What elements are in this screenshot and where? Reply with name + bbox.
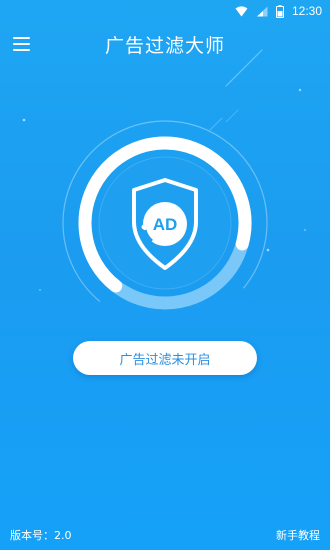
battery-icon	[275, 4, 284, 18]
app-title: 广告过滤大师	[104, 35, 225, 57]
ad-badge-text: AD	[153, 215, 178, 234]
status-bar: 12:30	[0, 0, 330, 22]
wifi-icon	[235, 5, 248, 16]
version-info: 版本号：2.0	[10, 527, 72, 543]
version-value: 2.0	[54, 529, 72, 542]
filter-status-ring[interactable]: AD	[60, 118, 270, 328]
tutorial-link[interactable]: 新手教程	[276, 527, 320, 543]
version-label: 版本号：	[10, 529, 54, 542]
signal-icon	[256, 6, 268, 16]
status-time: 12:30	[291, 4, 322, 18]
ring-graphic: AD	[62, 120, 268, 326]
enable-filter-button[interactable]: 广告过滤未开启	[73, 341, 257, 375]
app-bar: 广告过滤大师	[0, 22, 330, 66]
